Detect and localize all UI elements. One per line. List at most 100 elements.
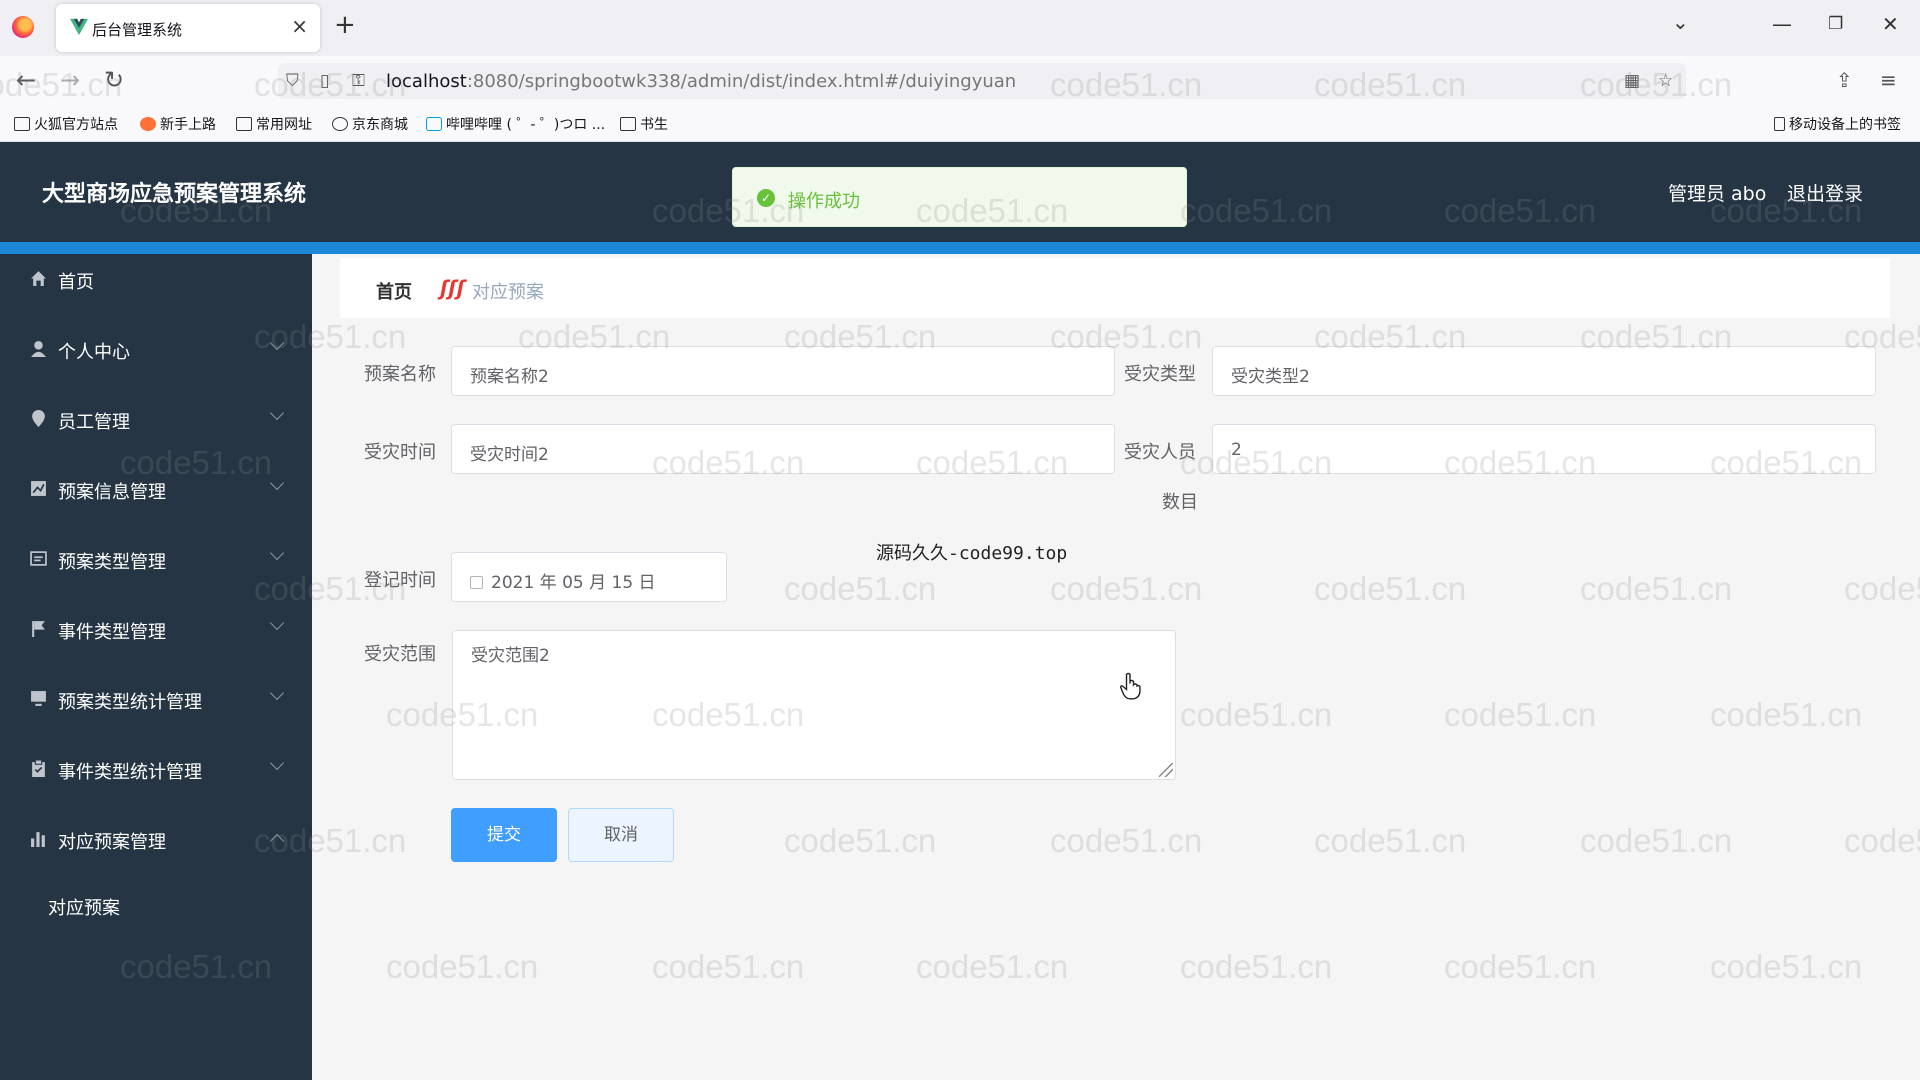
chevron-down-icon xyxy=(269,335,285,351)
chart-icon xyxy=(31,481,46,496)
bar-chart-icon xyxy=(31,832,45,847)
chevron-up-icon xyxy=(269,833,285,849)
cancel-button[interactable]: 取消 xyxy=(568,808,674,862)
sidebar-item-home[interactable]: 首页 xyxy=(0,254,312,304)
plan-name-label: 预案名称 xyxy=(364,364,436,385)
browser-nav-bar: ← → ↻ ⛉ ▯ ⚿ localhost:8080/springbootwk3… xyxy=(0,56,1920,106)
sidebar-item-response-plan[interactable]: 对应预案管理 xyxy=(0,814,312,864)
sidebar-item-staff[interactable]: 员工管理 xyxy=(0,394,312,444)
bookmark-item[interactable]: 京东商城 xyxy=(332,114,408,134)
success-toast: ✓ 操作成功 xyxy=(732,167,1187,227)
qr-code-icon[interactable]: ▦ xyxy=(1624,71,1640,91)
header-accent-strip xyxy=(0,242,1920,254)
location-icon xyxy=(32,410,45,427)
chevron-down-icon xyxy=(269,615,285,631)
main-content: 首页 ʃʃʃ 对应预案 预案名称 预案名称2 受灾类型 受灾类型2 受灾时间 受… xyxy=(312,254,1920,1080)
bilibili-icon xyxy=(426,117,442,131)
close-window-icon[interactable]: ✕ xyxy=(1882,12,1899,36)
chevron-down-icon xyxy=(269,405,285,421)
toast-message: 操作成功 xyxy=(788,191,860,212)
plan-name-input[interactable]: 预案名称2 xyxy=(451,346,1115,396)
vue-favicon-icon xyxy=(70,18,88,36)
user-icon xyxy=(31,341,46,357)
sidebar-item-plan-type[interactable]: 预案类型管理 xyxy=(0,534,312,584)
key-icon[interactable]: ⚿ xyxy=(352,71,365,91)
disaster-time-input[interactable]: 受灾时间2 xyxy=(451,424,1115,474)
flag-icon xyxy=(32,621,45,637)
disaster-scope-textarea[interactable]: 受灾范围2 xyxy=(452,630,1176,780)
bookmarks-bar: 火狐官方站点 新手上路 常用网址 京东商城 哔哩哔哩 ( ゜- ゜)つロ ...… xyxy=(0,106,1920,142)
folder-icon xyxy=(14,117,30,131)
address-bar[interactable]: ⛉ ▯ ⚿ localhost:8080/springbootwk338/adm… xyxy=(278,63,1686,99)
close-tab-icon[interactable]: × xyxy=(291,14,308,38)
overlay-watermark-text: 源码久久-code99.top xyxy=(876,543,1068,564)
chevron-down-icon xyxy=(269,475,285,491)
sidebar-item-plan-stats[interactable]: 预案类型统计管理 xyxy=(0,674,312,724)
current-user: 管理员 abo xyxy=(1668,183,1767,205)
sidebar-item-plan-info[interactable]: 预案信息管理 xyxy=(0,464,312,514)
breadcrumb: 首页 ʃʃʃ 对应预案 xyxy=(340,258,1890,318)
folder-icon xyxy=(236,117,252,131)
browser-tab-bar: 后台管理系统 × + ⌄ — ❐ ✕ xyxy=(0,0,1920,56)
minimize-icon[interactable]: — xyxy=(1772,12,1792,36)
browser-tab[interactable]: 后台管理系统 × xyxy=(56,4,320,52)
disaster-people-input[interactable]: 2 xyxy=(1212,424,1876,474)
restore-icon[interactable]: ❐ xyxy=(1828,14,1843,34)
hand-cursor-icon xyxy=(1119,672,1141,700)
tab-title: 后台管理系统 xyxy=(92,21,183,39)
register-time-datepicker[interactable]: 2021 年 05 月 15 日 xyxy=(451,552,727,602)
tab-list-icon[interactable]: ⌄ xyxy=(1672,10,1689,34)
menu-icon[interactable]: ≡ xyxy=(1880,68,1897,92)
bookmark-item[interactable]: 常用网址 xyxy=(236,114,312,134)
disaster-time-label: 受灾时间 xyxy=(364,442,436,463)
breadcrumb-separator-icon: ʃʃʃ xyxy=(440,276,465,300)
disaster-people-unit: 数目 xyxy=(1162,492,1198,513)
disaster-scope-label: 受灾范围 xyxy=(364,644,436,665)
card-icon xyxy=(30,551,47,566)
register-time-label: 登记时间 xyxy=(364,570,436,591)
sidebar: 首页 个人中心 员工管理 预案信息管理 预案类型管理 事件类型管理 预案类型统计… xyxy=(0,254,312,1080)
sidebar-subitem-response-plan[interactable]: 对应预案 xyxy=(0,880,312,930)
page-icon: ▯ xyxy=(320,71,330,91)
check-circle-icon: ✓ xyxy=(757,189,775,207)
firefox-logo-icon xyxy=(12,16,34,38)
disaster-type-input[interactable]: 受灾类型2 xyxy=(1212,346,1876,396)
url-path: :8080/springbootwk338/admin/dist/index.h… xyxy=(466,71,1017,92)
chevron-down-icon xyxy=(269,755,285,771)
back-icon[interactable]: ← xyxy=(16,66,36,94)
sidebar-item-event-type[interactable]: 事件类型管理 xyxy=(0,604,312,654)
url-text[interactable]: localhost:8080/springbootwk338/admin/dis… xyxy=(386,71,1016,92)
resize-handle-icon[interactable] xyxy=(1159,763,1173,777)
firefox-icon xyxy=(140,117,156,131)
bookmark-star-icon[interactable]: ☆ xyxy=(1658,71,1673,91)
register-time-value: 2021 年 05 月 15 日 xyxy=(491,573,656,593)
mobile-bookmarks[interactable]: 移动设备上的书签 xyxy=(1774,114,1901,134)
globe-icon xyxy=(332,117,348,131)
sidebar-item-profile[interactable]: 个人中心 xyxy=(0,324,312,374)
chevron-down-icon xyxy=(269,685,285,701)
breadcrumb-current: 对应预案 xyxy=(472,282,544,303)
bookmark-item[interactable]: 书生 xyxy=(620,114,668,134)
calendar-icon xyxy=(470,576,483,589)
breadcrumb-home[interactable]: 首页 xyxy=(376,278,412,304)
disaster-scope-value: 受灾范围2 xyxy=(471,646,550,666)
submit-button[interactable]: 提交 xyxy=(451,808,557,862)
extensions-icon[interactable]: ⇪ xyxy=(1836,68,1853,92)
disaster-type-label: 受灾类型 xyxy=(1124,364,1196,385)
bookmark-item[interactable]: 火狐官方站点 xyxy=(14,114,118,134)
logout-link[interactable]: 退出登录 xyxy=(1787,179,1863,206)
chevron-down-icon xyxy=(269,545,285,561)
disaster-people-label: 受灾人员 xyxy=(1124,442,1196,463)
bookmark-item[interactable]: 新手上路 xyxy=(140,114,216,134)
forward-icon[interactable]: → xyxy=(60,66,80,94)
bookmark-item[interactable]: 哔哩哔哩 ( ゜- ゜)つロ ... xyxy=(426,114,605,134)
new-tab-icon[interactable]: + xyxy=(334,10,356,40)
clipboard-icon xyxy=(32,760,45,777)
home-icon xyxy=(31,271,46,286)
mobile-icon xyxy=(1774,117,1785,131)
reload-icon[interactable]: ↻ xyxy=(104,66,124,94)
shield-icon[interactable]: ⛉ xyxy=(286,71,299,91)
url-host: localhost xyxy=(386,71,467,92)
sidebar-item-event-stats[interactable]: 事件类型统计管理 xyxy=(0,744,312,794)
monitor-icon xyxy=(31,691,46,706)
